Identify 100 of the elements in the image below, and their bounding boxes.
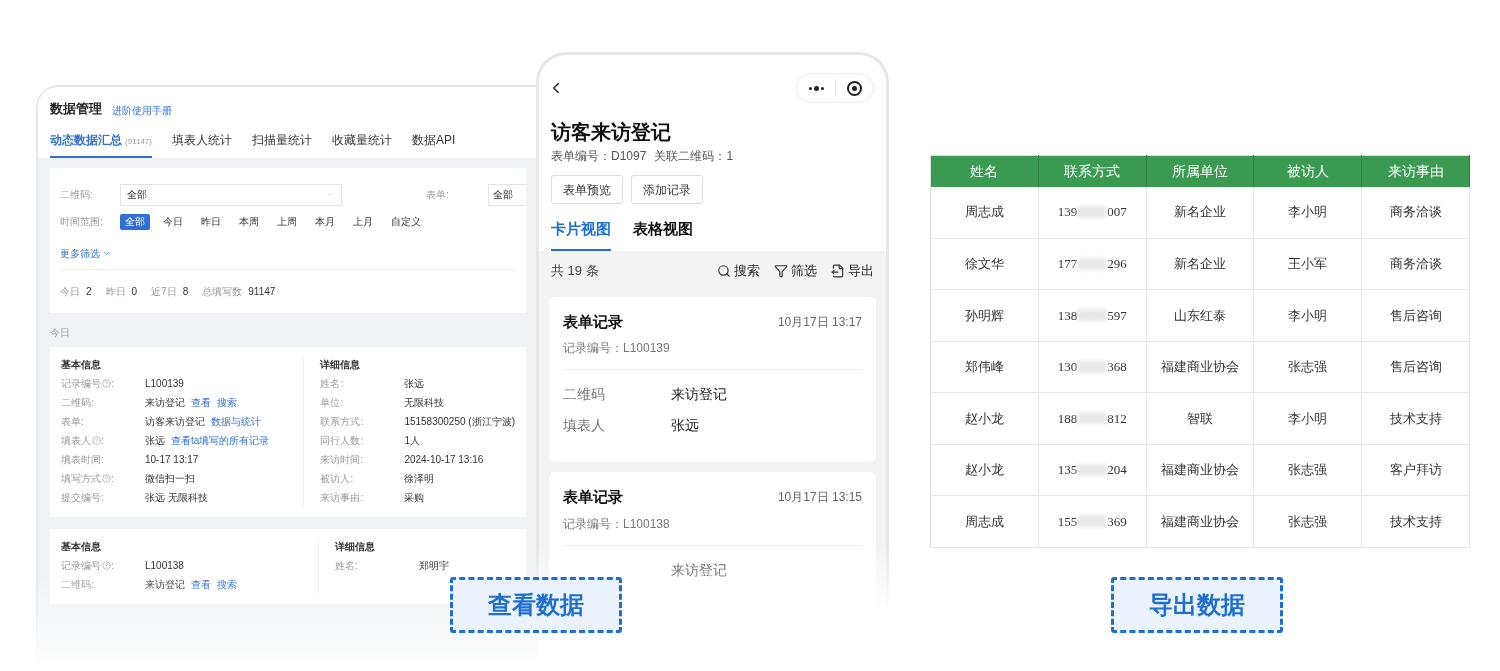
- table-cell: 福建商业协会: [1146, 495, 1254, 547]
- phone-suffix: 368: [1107, 358, 1127, 376]
- phone-prefix: 155: [1057, 512, 1078, 531]
- field-value: 采购: [404, 490, 425, 505]
- field-label: 同行人数:: [320, 433, 364, 448]
- field-value: 15158300250 (浙江宁波): [404, 414, 515, 429]
- table-cell: 技术支持: [1361, 392, 1470, 444]
- stat-value: 8: [182, 284, 189, 299]
- field-label: 记录编号: [61, 376, 101, 391]
- section-title: 详细信息: [320, 357, 362, 372]
- stat-value: 2: [86, 284, 92, 299]
- field-value: 张远: [145, 433, 165, 448]
- field-value: 张远: [404, 376, 425, 391]
- form-title: 访客来访登记: [551, 120, 671, 145]
- field-label: 表单:: [61, 414, 84, 429]
- field-value: 2024-10-17 13:16: [404, 452, 484, 467]
- field-value: 微信扫一扫: [145, 471, 195, 486]
- field-value: 无限科技: [404, 395, 445, 410]
- phone-prefix: 188: [1057, 409, 1078, 428]
- table-cell: 商务洽谈: [1361, 238, 1470, 290]
- section-heading: 今日: [49, 325, 71, 340]
- table-cell: 张志强: [1253, 444, 1362, 496]
- column-header: 被访人: [1253, 155, 1362, 187]
- phone-prefix: 139: [1057, 203, 1078, 222]
- phone-prefix: 135: [1057, 461, 1078, 479]
- field-value: L100138: [145, 558, 184, 573]
- card-title: 表单记录: [563, 311, 623, 332]
- table-cell: 商务洽谈: [1361, 186, 1470, 238]
- table-cell: 郑伟峰: [930, 341, 1039, 393]
- table-cell: 王小军: [1253, 238, 1362, 290]
- table-cell: 周志成: [930, 495, 1039, 547]
- card-time: 10月17日 13:15: [777, 489, 862, 507]
- table-cell: 李小明: [1253, 289, 1362, 341]
- table-cell: 赵小龙: [930, 392, 1039, 444]
- field-value: 郑明宇: [419, 558, 449, 573]
- column-header: 来访事由: [1361, 155, 1470, 187]
- colon: :: [111, 376, 114, 391]
- field-value: 1人: [404, 433, 420, 448]
- callout-tooltip: 导出数据: [1111, 577, 1283, 633]
- field-label: 来访时间:: [320, 452, 364, 467]
- table-cell: 赵小龙: [930, 444, 1039, 496]
- phone-prefix: 130: [1057, 358, 1078, 376]
- filter-label: 表单:: [426, 188, 450, 202]
- field-label: 二维码:: [61, 395, 94, 410]
- table-cell: 售后咨询: [1361, 289, 1470, 341]
- field-value: 来访登记: [671, 560, 727, 580]
- column-header: 联系方式: [1038, 155, 1147, 187]
- filter-label: 二维码:: [60, 188, 94, 202]
- table-cell: 客户拜访: [1361, 444, 1470, 496]
- colon: :: [111, 558, 114, 573]
- field-label: 提交编号:: [61, 490, 104, 505]
- field-label: 单位:: [320, 395, 344, 410]
- phone-suffix: 812: [1107, 409, 1127, 428]
- field-value: 徐泽明: [404, 471, 435, 486]
- section-title: 详细信息: [335, 539, 376, 554]
- field-label: 来访事由:: [320, 490, 364, 505]
- record-number: 记录编号：L100138: [563, 515, 670, 533]
- callout-tooltip: 查看数据: [450, 577, 622, 633]
- phone-suffix: 007: [1107, 203, 1127, 222]
- stat-label: 昨日: [105, 284, 126, 299]
- colon: :: [111, 471, 114, 486]
- phone-prefix: 138: [1057, 306, 1078, 325]
- field-value: L100139: [145, 376, 184, 391]
- field-label: 被访人:: [320, 471, 354, 486]
- form-meta: 表单编号：D1097: [551, 148, 647, 165]
- stat-value: 0: [131, 284, 138, 299]
- stat-label: 总填写数: [202, 284, 243, 299]
- section-title: 基本信息: [61, 539, 102, 554]
- column-header: 所属单位: [1146, 155, 1254, 187]
- table-cell: 张志强: [1253, 341, 1362, 393]
- record-number: 记录编号：L100139: [563, 340, 670, 357]
- table-cell: 徐文华: [930, 238, 1039, 290]
- colon: :: [101, 433, 104, 448]
- field-label: 姓名:: [335, 558, 358, 573]
- table-cell: 孙明辉: [930, 289, 1039, 341]
- field-value: 来访登记: [671, 385, 727, 404]
- field-label: 填表人: [61, 433, 91, 448]
- phone-prefix: 177: [1057, 255, 1078, 273]
- field-value: 张远 无限科技: [145, 490, 208, 505]
- record-count: 共 19 条: [551, 261, 599, 280]
- field-label: 二维码: [563, 385, 606, 404]
- field-value: 访客来访登记: [145, 414, 205, 429]
- field-label: 填写方式: [61, 471, 101, 486]
- form-meta: 关联二维码：1: [654, 148, 734, 165]
- table-cell: 李小明: [1253, 186, 1362, 238]
- card-title: 表单记录: [563, 487, 623, 507]
- table-cell: 周志成: [930, 186, 1039, 238]
- table-cell: 张志强: [1253, 495, 1362, 547]
- table-cell: 技术支持: [1361, 495, 1470, 547]
- page-title: 数据管理: [50, 100, 102, 118]
- field-value: 张远: [671, 416, 699, 435]
- table-cell: 新名企业: [1146, 186, 1254, 238]
- phone-suffix: 597: [1107, 306, 1127, 325]
- stat-label: 今日: [60, 284, 80, 299]
- table-cell: 山东红泰: [1146, 289, 1254, 341]
- field-value: 来访登记: [145, 395, 185, 410]
- stat-label: 近7日: [151, 284, 177, 299]
- section-title: 基本信息: [61, 357, 102, 372]
- phone-suffix: 369: [1107, 512, 1127, 531]
- phone-suffix: 204: [1107, 461, 1127, 479]
